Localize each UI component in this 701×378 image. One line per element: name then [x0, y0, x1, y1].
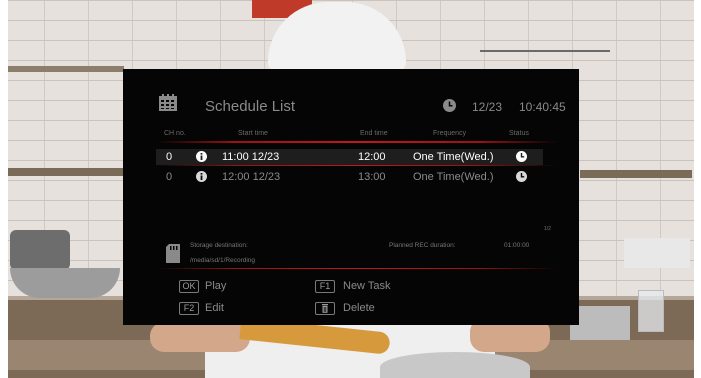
play-label: Play [205, 280, 227, 292]
row-start-time: 11:00 12/23 [222, 151, 280, 163]
dialog-title: Schedule List [205, 98, 296, 115]
row-end-time: 12:00 [358, 151, 386, 163]
clock-icon [516, 151, 527, 162]
glass [638, 290, 664, 332]
row-ch-no: 0 [166, 171, 173, 183]
selection-underline [156, 165, 558, 166]
frame-left [0, 0, 8, 378]
schedule-list-dialog: Schedule List 12/23 10:40:45 CH no. Star… [123, 69, 579, 325]
trash-icon [315, 302, 335, 315]
chef-arm-left [150, 322, 250, 352]
sd-card-icon [166, 244, 180, 263]
mixing-bowl [380, 352, 530, 378]
footer-divider [156, 268, 558, 269]
f1-key: F1 [315, 280, 335, 293]
schedule-row[interactable]: 0 11:00 12/23 12:00 One Time(Wed.) [156, 149, 543, 165]
current-date: 12/23 [472, 100, 503, 114]
left-lower-shelf [8, 168, 124, 176]
row-ch-no: 0 [166, 151, 173, 163]
col-header-start-time: Start time [238, 130, 268, 137]
row-end-time: 13:00 [358, 171, 386, 183]
storage-path: /media/sd/1/Recording [190, 257, 256, 264]
bowl-left [10, 268, 120, 298]
sink [570, 306, 630, 340]
hanging-rack [480, 10, 610, 52]
current-time: 10:40:45 [519, 100, 566, 114]
jars [624, 238, 690, 268]
new-task-action[interactable]: F1 New Task [315, 280, 435, 294]
clock-icon [516, 171, 527, 182]
info-icon[interactable] [196, 171, 207, 182]
planned-duration-value: 01:00:00 [504, 242, 530, 249]
col-header-end-time: End time [360, 130, 388, 137]
row-frequency: One Time(Wed.) [413, 171, 494, 183]
storage-label: Storage destination: [190, 242, 248, 249]
dialog-header: Schedule List 12/23 10:40:45 [123, 69, 579, 119]
col-header-frequency: Frequency [433, 130, 467, 137]
col-header-ch-no: CH no. [164, 130, 186, 137]
edit-label: Edit [205, 302, 224, 314]
new-task-label: New Task [343, 280, 391, 292]
frame-right [694, 0, 701, 378]
f2-key: F2 [179, 302, 199, 315]
left-shelf [8, 66, 124, 72]
schedule-row[interactable]: 0 12:00 12/23 13:00 One Time(Wed.) [156, 169, 543, 185]
clock-icon [443, 99, 456, 112]
header-divider [156, 141, 558, 143]
delete-action[interactable]: Delete [315, 302, 435, 316]
pot [10, 230, 70, 270]
planned-duration-label: Planned REC duration: [389, 242, 456, 249]
row-frequency: One Time(Wed.) [413, 151, 494, 163]
page-indicator: 1/2 [544, 226, 551, 232]
ok-key: OK [179, 280, 199, 293]
row-start-time: 12:00 12/23 [222, 171, 281, 183]
col-header-status: Status [509, 130, 529, 137]
right-shelf [580, 170, 692, 178]
edit-action[interactable]: F2 Edit [179, 302, 319, 316]
delete-label: Delete [343, 302, 375, 314]
play-action[interactable]: OK Play [179, 280, 319, 294]
calendar-icon [159, 94, 177, 111]
info-icon[interactable] [196, 151, 207, 162]
